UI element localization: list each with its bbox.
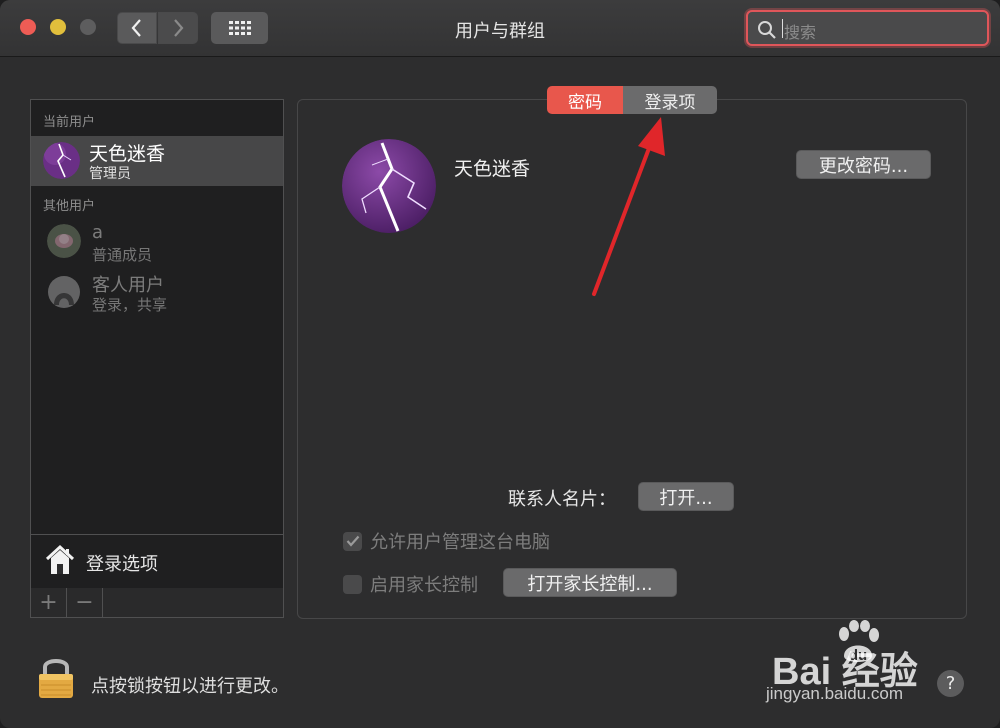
baidu-jingyan-watermark: du Bai 经验 jingyan.baidu.com <box>766 620 966 710</box>
contact-card-label: 联系人名片： <box>508 489 616 510</box>
other-users-header: 其他用户 <box>43 199 96 214</box>
parental-controls-checkbox[interactable] <box>343 574 362 594</box>
checkmark-icon <box>346 535 359 547</box>
user-role: 普通成员 <box>92 246 153 264</box>
user-row-a[interactable]: a 普通成员 <box>31 220 283 266</box>
allow-admin-checkbox[interactable] <box>343 531 362 551</box>
avatar <box>47 224 81 258</box>
user-list: 当前用户 天色迷香 管理员 其他用户 a 普通成员 客人用户 登录，共享 登录选… <box>30 99 284 589</box>
user-role: 管理员 <box>89 166 131 182</box>
watermark-url: jingyan.baidu.com <box>766 684 904 703</box>
detail-username: 天色迷香 <box>454 158 531 180</box>
user-row-current[interactable]: 天色迷香 管理员 <box>31 136 283 186</box>
help-button[interactable]: ? <box>937 670 964 697</box>
login-options-label: 登录选项 <box>86 554 158 575</box>
search-field[interactable]: 搜索 <box>746 10 989 46</box>
titlebar: 用户与群组 搜索 <box>0 0 1000 57</box>
lock-status-text: 点按锁按钮以进行更改。 <box>91 676 289 697</box>
parental-controls-row: 启用家长控制 <box>343 571 478 597</box>
tab-control: 密码 登录项 <box>547 86 717 114</box>
users-groups-window: 用户与群组 搜索 当前用户 天色迷香 管理员 其他用户 a 普通成员 客人用户 … <box>0 0 1000 728</box>
search-icon <box>758 21 776 39</box>
allow-admin-label: 允许用户管理这台电脑 <box>370 532 550 553</box>
add-user-button[interactable]: + <box>31 588 67 617</box>
house-icon <box>45 544 75 574</box>
login-options-item[interactable]: 登录选项 <box>31 534 283 588</box>
user-role: 登录，共享 <box>92 296 168 314</box>
user-name: a <box>92 222 104 243</box>
add-remove-bar: + − <box>30 588 284 618</box>
open-parental-controls-button[interactable]: 打开家长控制... <box>503 568 677 597</box>
text-caret <box>782 19 783 38</box>
lock-icon <box>39 659 73 698</box>
current-users-header: 当前用户 <box>43 115 96 130</box>
search-placeholder: 搜索 <box>784 23 817 42</box>
parental-controls-label: 启用家长控制 <box>370 575 478 596</box>
lock-button[interactable] <box>37 655 75 703</box>
user-row-guest[interactable]: 客人用户 登录，共享 <box>31 270 283 316</box>
tab-login-items[interactable]: 登录项 <box>623 86 717 114</box>
remove-user-button[interactable]: − <box>67 588 103 617</box>
user-picture[interactable] <box>342 139 436 233</box>
guest-user-icon <box>47 275 81 309</box>
open-contact-button[interactable]: 打开... <box>638 482 734 511</box>
allow-admin-row: 允许用户管理这台电脑 <box>343 528 550 554</box>
user-name: 天色迷香 <box>89 143 166 165</box>
change-password-button[interactable]: 更改密码... <box>796 150 931 179</box>
avatar <box>43 142 80 179</box>
tab-password[interactable]: 密码 <box>547 86 623 114</box>
